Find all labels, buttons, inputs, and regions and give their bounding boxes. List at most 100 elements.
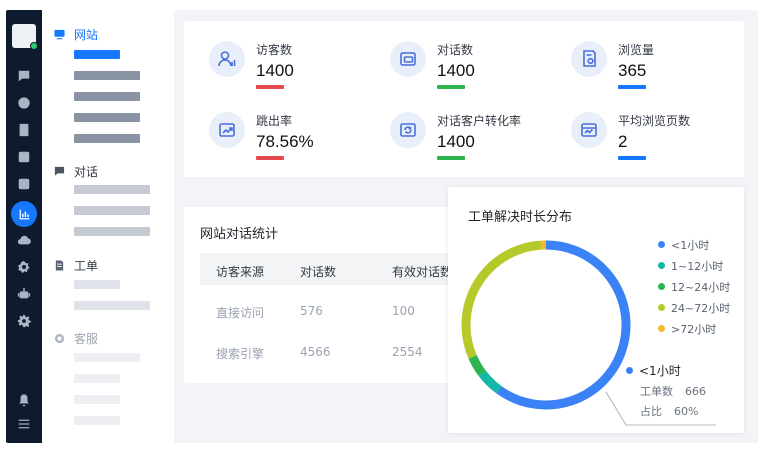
nav-label-ticket: 工单 xyxy=(74,259,99,273)
stat-conversion-rate[interactable]: 对话客户转化率 1400 xyxy=(390,108,560,168)
donut-slice[interactable] xyxy=(461,240,542,359)
stat-accent-bar xyxy=(437,156,465,160)
nav-item[interactable] xyxy=(74,71,140,80)
donut-slice[interactable] xyxy=(478,370,502,394)
legend-item[interactable]: <1小时 xyxy=(658,234,730,255)
conversion-icon xyxy=(390,112,426,148)
legend-swatch xyxy=(658,283,665,290)
column-header[interactable]: 访客来源 xyxy=(216,263,264,280)
document-icon xyxy=(55,260,64,271)
stat-label: 对话数 xyxy=(437,43,474,57)
stat-page-views[interactable]: 浏览量 365 xyxy=(571,37,741,97)
tooltip-swatch xyxy=(626,367,633,374)
user-avatar[interactable] xyxy=(12,24,38,50)
donut-slice[interactable] xyxy=(468,355,486,377)
stat-accent-bar xyxy=(618,85,646,89)
legend-item[interactable]: 1~12小时 xyxy=(658,255,730,276)
table-cell: 2554 xyxy=(392,345,423,359)
settings-wheel-icon[interactable] xyxy=(17,260,31,274)
online-status-dot xyxy=(30,42,38,50)
chart-legend: <1小时 1~12小时 12~24小时 24~72小时 >72小时 xyxy=(658,234,730,339)
legend-item[interactable]: >72小时 xyxy=(658,318,730,339)
chart-tooltip: <1小时 工单数 666 占比 60% xyxy=(626,362,736,419)
column-header[interactable]: 有效对话数 xyxy=(392,263,452,280)
stat-label: 对话客户转化率 xyxy=(437,114,522,128)
nav-item[interactable] xyxy=(74,113,140,122)
legend-swatch xyxy=(658,304,665,311)
legend-label: 1~12小时 xyxy=(671,259,724,273)
legend-item[interactable]: 12~24小时 xyxy=(658,276,730,297)
legend-label: >72小时 xyxy=(671,322,717,336)
side-nav: 网站 对话 工单 客服 xyxy=(42,10,174,443)
cloud-icon[interactable] xyxy=(17,233,31,247)
chat-icon[interactable] xyxy=(17,69,31,83)
nav-item[interactable] xyxy=(74,92,140,101)
nav-section-website[interactable]: 网站 xyxy=(54,26,98,43)
stat-bounce-rate[interactable]: 跳出率 78.56% xyxy=(209,108,379,168)
chat-stats-title: 网站对话统计 xyxy=(200,227,279,242)
book-icon[interactable] xyxy=(17,123,31,137)
nav-item[interactable] xyxy=(74,301,150,310)
stat-avg-pages[interactable]: 平均浏览页数 2 xyxy=(571,108,741,168)
circle-icon[interactable] xyxy=(17,96,31,110)
tooltip-ratio-value: 60% xyxy=(674,405,699,418)
nav-item[interactable] xyxy=(74,395,120,404)
bell-icon[interactable] xyxy=(17,393,31,407)
stat-label: 跳出率 xyxy=(256,114,293,128)
nav-item[interactable] xyxy=(74,185,150,194)
nav-section-chat[interactable]: 对话 xyxy=(54,163,98,180)
ticket-duration-card: 工单解决时长分布 <1小时 1~12小时 12~24小时 24~72小时 >72… xyxy=(448,187,744,433)
donut-slice[interactable] xyxy=(496,240,631,410)
table-cell: 100 xyxy=(392,304,415,318)
stat-value: 1400 xyxy=(437,61,475,80)
stat-value: 78.56% xyxy=(256,132,314,151)
robot-icon[interactable] xyxy=(17,287,31,301)
stats-card: 访客数 1400 对话数 1400 浏览量 365 跳出率 78.56% 对话客… xyxy=(184,21,744,177)
legend-swatch xyxy=(658,262,665,269)
table-header: 访客来源 对话数 有效对话数 xyxy=(200,253,474,285)
nav-item[interactable] xyxy=(74,134,140,143)
tooltip-ratio-label: 占比 xyxy=(640,405,662,418)
visitor-icon xyxy=(209,41,245,77)
legend-item[interactable]: 24~72小时 xyxy=(658,297,730,318)
legend-label: 24~72小时 xyxy=(671,301,731,315)
page-view-icon xyxy=(571,41,607,77)
menu-icon[interactable] xyxy=(17,417,31,431)
stat-label: 浏览量 xyxy=(618,43,655,57)
stat-label: 平均浏览页数 xyxy=(618,114,691,128)
icon-rail xyxy=(6,10,42,443)
nav-label-website: 网站 xyxy=(74,28,99,42)
nav-item[interactable] xyxy=(74,353,140,362)
stat-accent-bar xyxy=(437,85,465,89)
stat-value: 1400 xyxy=(437,132,475,151)
square-icon[interactable] xyxy=(17,177,31,191)
stat-accent-bar xyxy=(618,156,646,160)
table-cell: 直接访问 xyxy=(216,306,265,320)
stat-visitors[interactable]: 访客数 1400 xyxy=(209,37,379,97)
nav-item[interactable] xyxy=(74,374,120,383)
square-icon[interactable] xyxy=(17,150,31,164)
nav-item[interactable] xyxy=(74,227,150,236)
nav-item[interactable] xyxy=(74,280,120,289)
chat-bubble-icon xyxy=(54,166,65,176)
nav-section-service[interactable]: 客服 xyxy=(54,330,98,347)
nav-item[interactable] xyxy=(74,206,150,215)
agent-icon xyxy=(54,333,65,344)
nav-label-chat: 对话 xyxy=(74,165,99,179)
stat-accent-bar xyxy=(256,85,284,89)
legend-label: 12~24小时 xyxy=(671,280,731,294)
stat-accent-bar xyxy=(256,156,284,160)
column-header[interactable]: 对话数 xyxy=(300,263,336,280)
app-window: 网站 对话 工单 客服 访客数 1400 对话数 1400 浏览量 365 跳出… xyxy=(6,10,758,443)
chart-icon[interactable] xyxy=(11,201,37,227)
nav-item-active[interactable] xyxy=(74,50,120,59)
tooltip-series: <1小时 xyxy=(639,364,681,378)
tooltip-count-value: 666 xyxy=(685,385,706,398)
nav-section-ticket[interactable]: 工单 xyxy=(54,257,98,274)
nav-item[interactable] xyxy=(74,416,120,425)
stat-chats[interactable]: 对话数 1400 xyxy=(390,37,560,97)
stat-label: 访客数 xyxy=(256,43,293,57)
legend-swatch xyxy=(658,241,665,248)
gear-icon[interactable] xyxy=(17,314,31,328)
table-cell: 4566 xyxy=(300,345,331,359)
